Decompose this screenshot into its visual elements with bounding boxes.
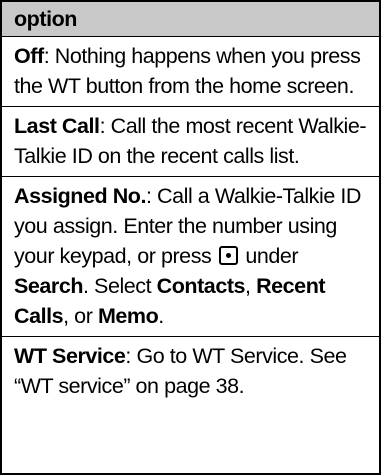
option-description-part: . Select <box>83 274 157 298</box>
table-row-assigned-no: Assigned No.: Call a Walkie-Talkie ID yo… <box>2 177 379 337</box>
contacts-label: Contacts <box>156 274 246 298</box>
option-description: Nothing happens when you press the WT bu… <box>14 44 361 98</box>
search-label: Search <box>14 274 84 298</box>
option-description-part: under <box>239 244 299 268</box>
table-row-off: Off: Nothing happens when you press the … <box>2 37 379 107</box>
header-title: option <box>14 7 77 31</box>
option-description-part: , or <box>63 304 98 328</box>
option-description-part: . <box>158 304 164 328</box>
option-term: WT Service <box>14 344 126 368</box>
table-header: option <box>2 2 379 37</box>
center-select-key-icon <box>218 246 238 265</box>
option-description-part: , <box>245 274 257 298</box>
options-table: option Off: Nothing happens when you pre… <box>0 0 381 475</box>
option-term: Last Call <box>14 114 100 138</box>
memo-label: Memo <box>97 304 159 328</box>
table-row-wt-service: WT Service: Go to WT Service. See “WT se… <box>2 337 379 406</box>
option-term: Off <box>14 44 44 68</box>
option-term: Assigned No. <box>14 184 146 208</box>
table-row-last-call: Last Call: Call the most recent Walkie-T… <box>2 107 379 177</box>
